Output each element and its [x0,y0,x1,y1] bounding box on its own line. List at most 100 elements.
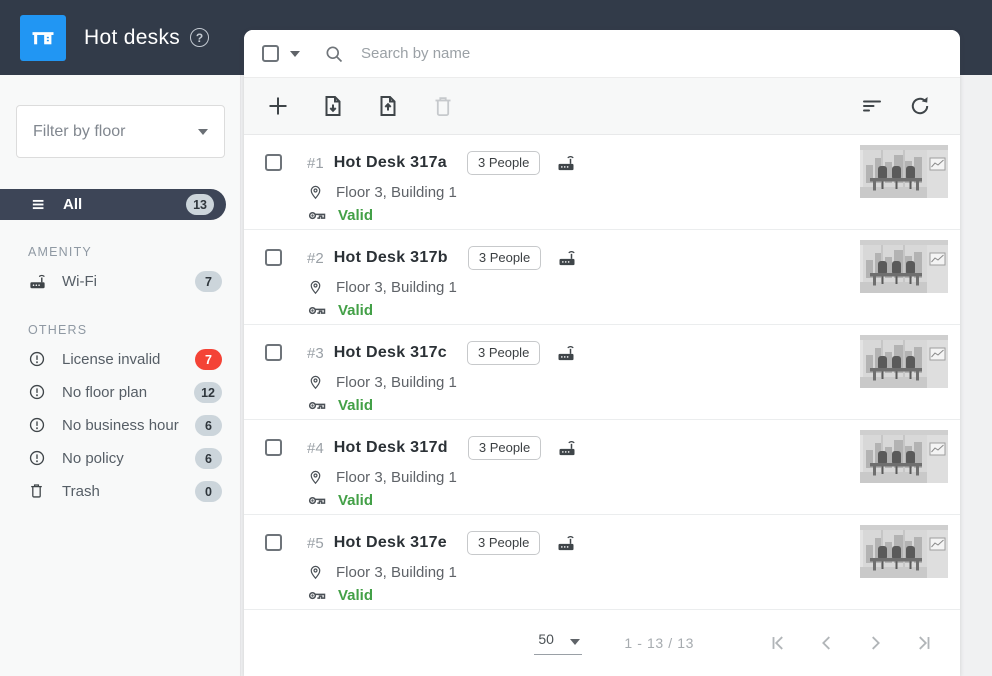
count-badge: 7 [195,271,222,292]
pagination-range: 1 - 13 / 13 [624,635,694,651]
count-badge: 0 [195,481,222,502]
count-badge: 13 [186,194,214,215]
desk-name[interactable]: Hot Desk 317e [334,534,447,552]
sidebar-item-label: No policy [62,450,124,467]
desk-name[interactable]: Hot Desk 317a [334,154,447,172]
count-badge: 7 [195,349,222,370]
sidebar-item-no-policy[interactable]: No policy 6 [0,442,240,475]
app-logo[interactable] [20,15,66,61]
location-pin-icon [307,373,325,391]
license-status: Valid [338,492,373,509]
content-panel: #1 Hot Desk 317a 3 People [244,30,960,676]
room-thumbnail[interactable] [860,145,948,198]
desk-icon [29,24,57,52]
sidebar-item-license-invalid[interactable]: License invalid 7 [0,343,240,376]
desk-name[interactable]: Hot Desk 317b [334,249,448,267]
desk-info: #5 Hot Desk 317e 3 People [307,531,576,609]
last-page-button[interactable] [912,632,934,654]
location-pin-icon [307,278,325,296]
location-pin-icon [307,563,325,581]
wifi-router-icon [556,153,576,173]
trash-icon [28,482,47,501]
count-badge: 12 [194,382,222,403]
row-checkbox[interactable] [265,534,282,551]
desk-location: Floor 3, Building 1 [336,469,457,486]
alert-circle-icon [28,350,47,369]
row-checkbox[interactable] [265,249,282,266]
export-file-button[interactable] [376,94,400,118]
refresh-button[interactable] [908,94,932,118]
license-status: Valid [338,207,373,224]
license-key-icon [307,206,327,224]
room-thumbnail[interactable] [860,430,948,483]
section-heading-amenity: AMENITY [28,245,240,259]
add-desk-button[interactable] [266,94,290,118]
chevron-down-icon [570,639,580,645]
section-heading-others: OTHERS [28,323,240,337]
toolbar [244,77,960,135]
chevron-down-icon [198,129,208,135]
sidebar-item-trash[interactable]: Trash 0 [0,475,240,508]
wifi-router-icon [557,248,577,268]
capacity-badge: 3 People [467,531,540,555]
row-checkbox[interactable] [265,154,282,171]
desk-row: #5 Hot Desk 317e 3 People [244,515,960,610]
sidebar-item-no-business-hour[interactable]: No business hour 6 [0,409,240,442]
license-key-icon [307,301,327,319]
import-file-button[interactable] [321,94,345,118]
license-key-icon [307,586,327,604]
sidebar-item-label: Trash [62,483,100,500]
sidebar-item-all[interactable]: All 13 [0,189,226,220]
room-thumbnail[interactable] [860,335,948,388]
row-checkbox[interactable] [265,439,282,456]
sidebar-item-label: No floor plan [62,384,147,401]
sidebar-item-label: Wi-Fi [62,273,97,290]
room-thumbnail[interactable] [860,240,948,293]
license-key-icon [307,396,327,414]
desk-name[interactable]: Hot Desk 317d [334,439,448,457]
search-bar [244,30,960,77]
select-all-checkbox[interactable] [262,45,279,62]
room-thumbnail[interactable] [860,525,948,578]
capacity-badge: 3 People [467,151,540,175]
desk-row: #4 Hot Desk 317d 3 People [244,420,960,515]
desk-name[interactable]: Hot Desk 317c [334,344,447,362]
help-icon[interactable] [190,28,209,47]
sidebar-item-wifi[interactable]: Wi-Fi 7 [0,265,240,298]
sidebar-item-label: All [63,196,82,213]
capacity-badge: 3 People [468,436,541,460]
desk-location: Floor 3, Building 1 [336,564,457,581]
floor-filter-label: Filter by floor [33,123,125,141]
wifi-router-icon [557,438,577,458]
location-pin-icon [307,183,325,201]
next-page-button[interactable] [864,632,886,654]
desk-info: #3 Hot Desk 317c 3 People [307,341,576,419]
wifi-router-icon [556,533,576,553]
count-badge: 6 [195,415,222,436]
sidebar-item-label: License invalid [62,351,160,368]
row-checkbox[interactable] [265,344,282,361]
desk-row: #3 Hot Desk 317c 3 People [244,325,960,420]
pagination: 50 1 - 13 / 13 [244,610,960,676]
desk-info: #2 Hot Desk 317b 3 People [307,246,577,324]
desk-list: #1 Hot Desk 317a 3 People [244,135,960,610]
desk-row: #1 Hot Desk 317a 3 People [244,135,960,230]
desk-number: #4 [307,440,324,457]
alert-circle-icon [28,449,47,468]
page-size-select[interactable]: 50 [534,631,582,655]
floor-filter-dropdown[interactable]: Filter by floor [16,105,225,158]
search-input[interactable] [361,45,942,62]
search-icon [324,44,344,64]
sort-button[interactable] [860,94,884,118]
sidebar-item-no-floor-plan[interactable]: No floor plan 12 [0,376,240,409]
first-page-button[interactable] [768,632,790,654]
delete-button[interactable] [431,94,455,118]
location-pin-icon [307,468,325,486]
sidebar-item-label: No business hour [62,417,179,434]
desk-number: #3 [307,345,324,362]
selection-dropdown-icon[interactable] [290,51,300,57]
license-key-icon [307,491,327,509]
previous-page-button[interactable] [816,632,838,654]
capacity-badge: 3 People [467,341,540,365]
desk-location: Floor 3, Building 1 [336,184,457,201]
